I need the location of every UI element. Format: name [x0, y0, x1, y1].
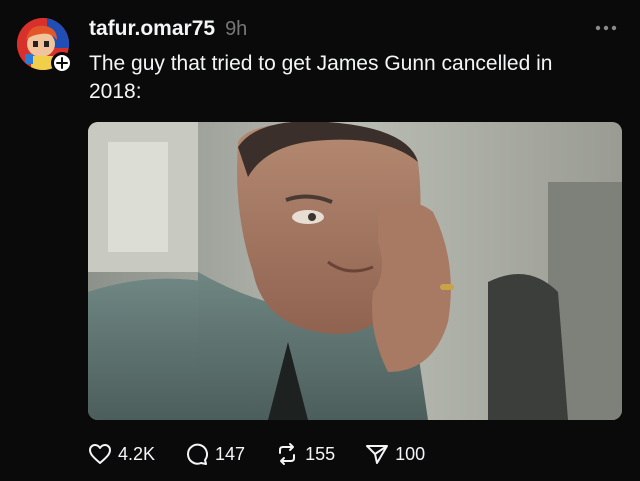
reply-count: 147	[215, 443, 246, 464]
timestamp: 9h	[225, 18, 248, 40]
follow-button[interactable]	[51, 52, 73, 74]
repost-button[interactable]: 155	[275, 442, 335, 466]
ellipsis-icon	[595, 25, 617, 31]
share-button[interactable]: 100	[365, 442, 425, 466]
thread-post: tafur.omar75 9h The guy that tried to ge…	[0, 0, 640, 481]
post-caption: The guy that tried to get James Gunn can…	[89, 52, 553, 103]
like-button[interactable]: 4.2K	[88, 443, 155, 465]
repost-arrows-icon	[279, 443, 296, 465]
heart-icon	[89, 444, 111, 464]
post-image[interactable]	[88, 122, 622, 420]
more-options-button[interactable]	[592, 20, 620, 36]
post-header: tafur.omar75 9h	[89, 17, 247, 41]
post-actions: 4.2K 147 155 100	[88, 440, 455, 468]
reply-button[interactable]: 147	[185, 442, 245, 466]
paper-plane-icon	[366, 445, 389, 464]
speech-bubble-icon	[187, 443, 208, 465]
plus-icon	[56, 57, 68, 69]
avatar-container[interactable]	[17, 18, 73, 74]
share-count: 100	[395, 443, 426, 464]
like-count: 4.2K	[118, 443, 156, 464]
repost-count: 155	[305, 443, 336, 464]
username[interactable]: tafur.omar75	[89, 17, 215, 41]
